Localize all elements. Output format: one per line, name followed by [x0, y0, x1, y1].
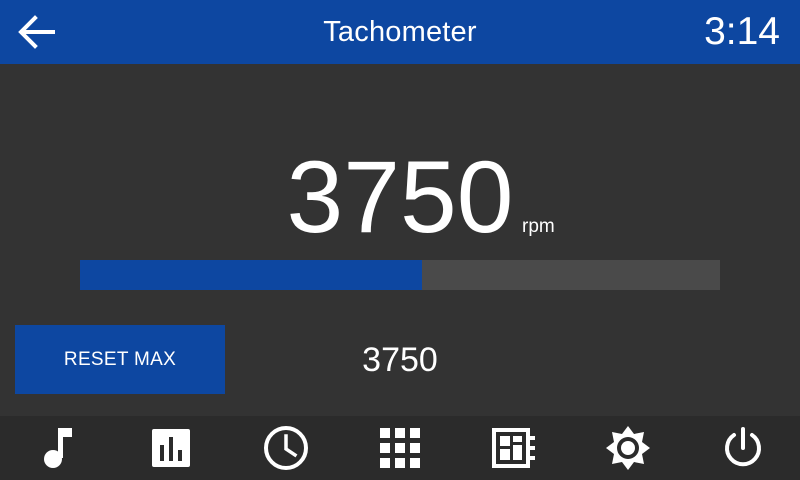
rpm-unit-label: rpm — [522, 216, 555, 237]
bar-chart-icon — [152, 429, 191, 467]
rpm-progress-fill — [80, 260, 423, 290]
apps-grid-icon — [379, 428, 420, 468]
nav-item-power[interactable] — [686, 416, 800, 480]
power-icon — [724, 427, 761, 467]
nav-item-music[interactable] — [0, 416, 114, 480]
page-title: Tachometer — [323, 16, 477, 48]
back-button[interactable] — [8, 6, 64, 58]
app-header: Tachometer 3:14 — [0, 0, 800, 64]
nav-item-charts[interactable] — [114, 416, 228, 480]
brightness-icon — [606, 426, 651, 470]
tachometer-panel: 3750 rpm RESET MAX 3750 — [0, 64, 800, 416]
reset-max-button[interactable]: RESET MAX — [15, 325, 225, 394]
bottom-nav-bar — [0, 416, 800, 480]
clock-icon — [263, 426, 308, 470]
clock-display: 3:14 — [704, 10, 780, 53]
dashboard-icon — [492, 428, 536, 468]
nav-item-dashboard[interactable] — [457, 416, 571, 480]
music-note-icon — [44, 428, 73, 468]
rpm-progress-bar — [80, 260, 720, 290]
nav-item-apps[interactable] — [343, 416, 457, 480]
nav-item-brightness[interactable] — [571, 416, 685, 480]
arrow-left-icon — [18, 15, 55, 49]
nav-item-clock[interactable] — [229, 416, 343, 480]
max-rpm-value: 3750 — [362, 341, 438, 379]
